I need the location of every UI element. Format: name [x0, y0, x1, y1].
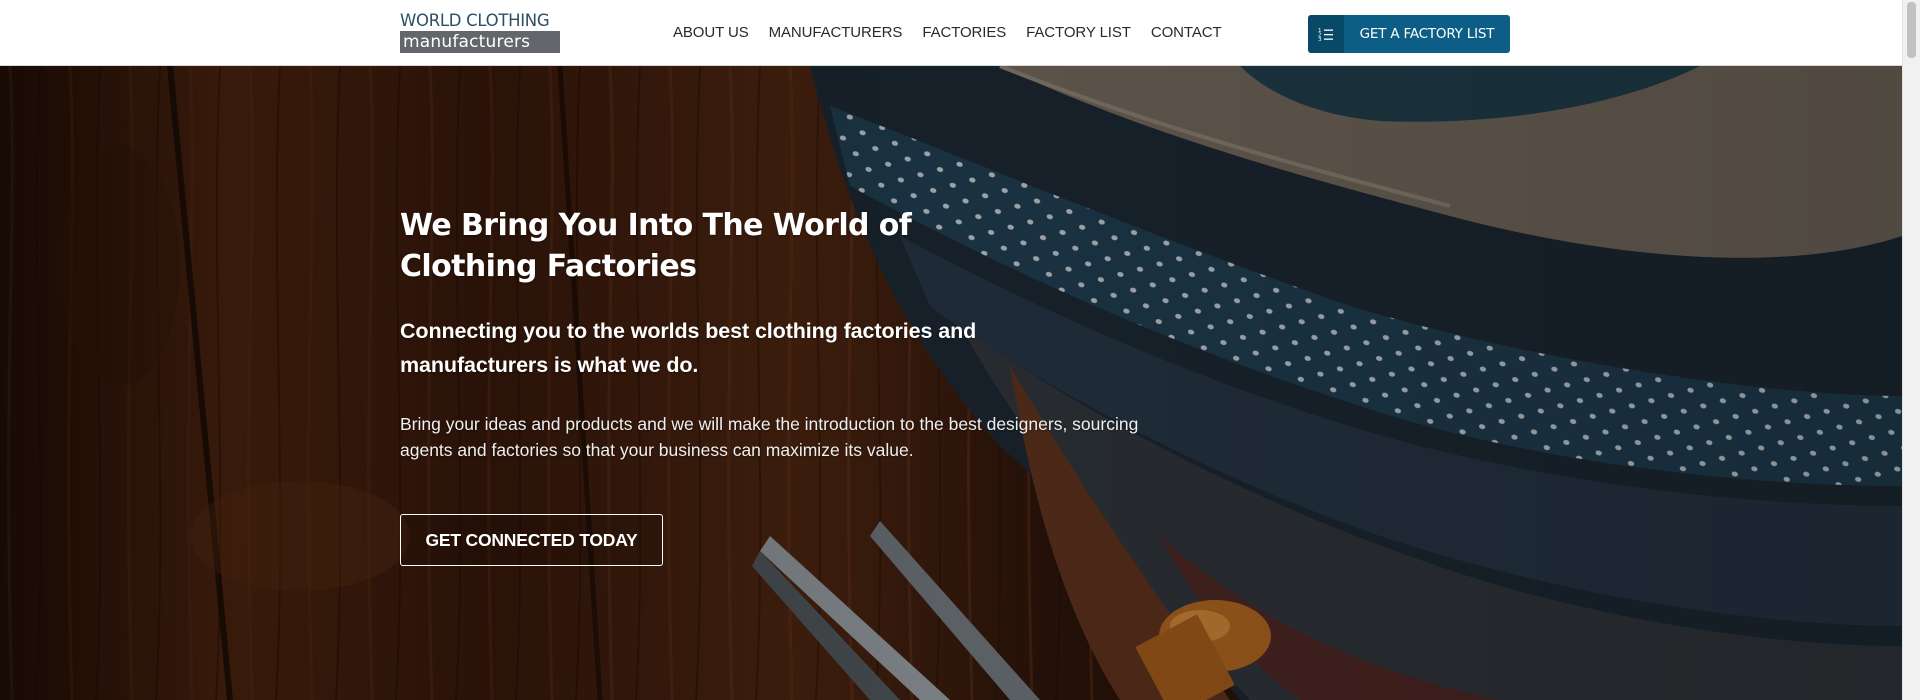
svg-text:3: 3: [1318, 37, 1322, 41]
hero-section: We Bring You Into The World of Clothing …: [0, 66, 1902, 700]
nav-contact[interactable]: CONTACT: [1151, 23, 1222, 43]
get-factory-list-label: GET A FACTORY LIST: [1359, 26, 1495, 42]
nav-manufacturers[interactable]: MANUFACTURERS: [769, 23, 903, 43]
get-factory-list-button[interactable]: 1 2 3 GET A FACTORY LIST: [1308, 15, 1510, 53]
main-nav: ABOUT US MANUFACTURERS FACTORIES FACTORY…: [673, 23, 1242, 43]
list-icon: 1 2 3: [1308, 15, 1344, 53]
hero-background-image: [0, 66, 1902, 700]
hero-subtitle: Connecting you to the worlds best clothi…: [400, 319, 977, 377]
nav-about-us[interactable]: ABOUT US: [673, 23, 749, 43]
page-scrollbar[interactable]: [1902, 0, 1920, 700]
nav-factories[interactable]: FACTORIES: [922, 23, 1006, 43]
logo-line2: manufacturers: [400, 31, 560, 53]
get-connected-button[interactable]: GET CONNECTED TODAY: [400, 514, 663, 566]
logo-line1: WORLD CLOTHING: [400, 11, 550, 30]
nav-factory-list[interactable]: FACTORY LIST: [1026, 23, 1131, 43]
site-logo[interactable]: WORLD CLOTHING manufacturers: [400, 12, 560, 54]
site-header: WORLD CLOTHING manufacturers ABOUT US MA…: [0, 0, 1902, 66]
hero-body-text: Bring your ideas and products and we wil…: [400, 414, 1139, 460]
hero-title: We Bring You Into The World of Clothing …: [400, 208, 912, 284]
scrollbar-thumb[interactable]: [1907, 2, 1916, 58]
